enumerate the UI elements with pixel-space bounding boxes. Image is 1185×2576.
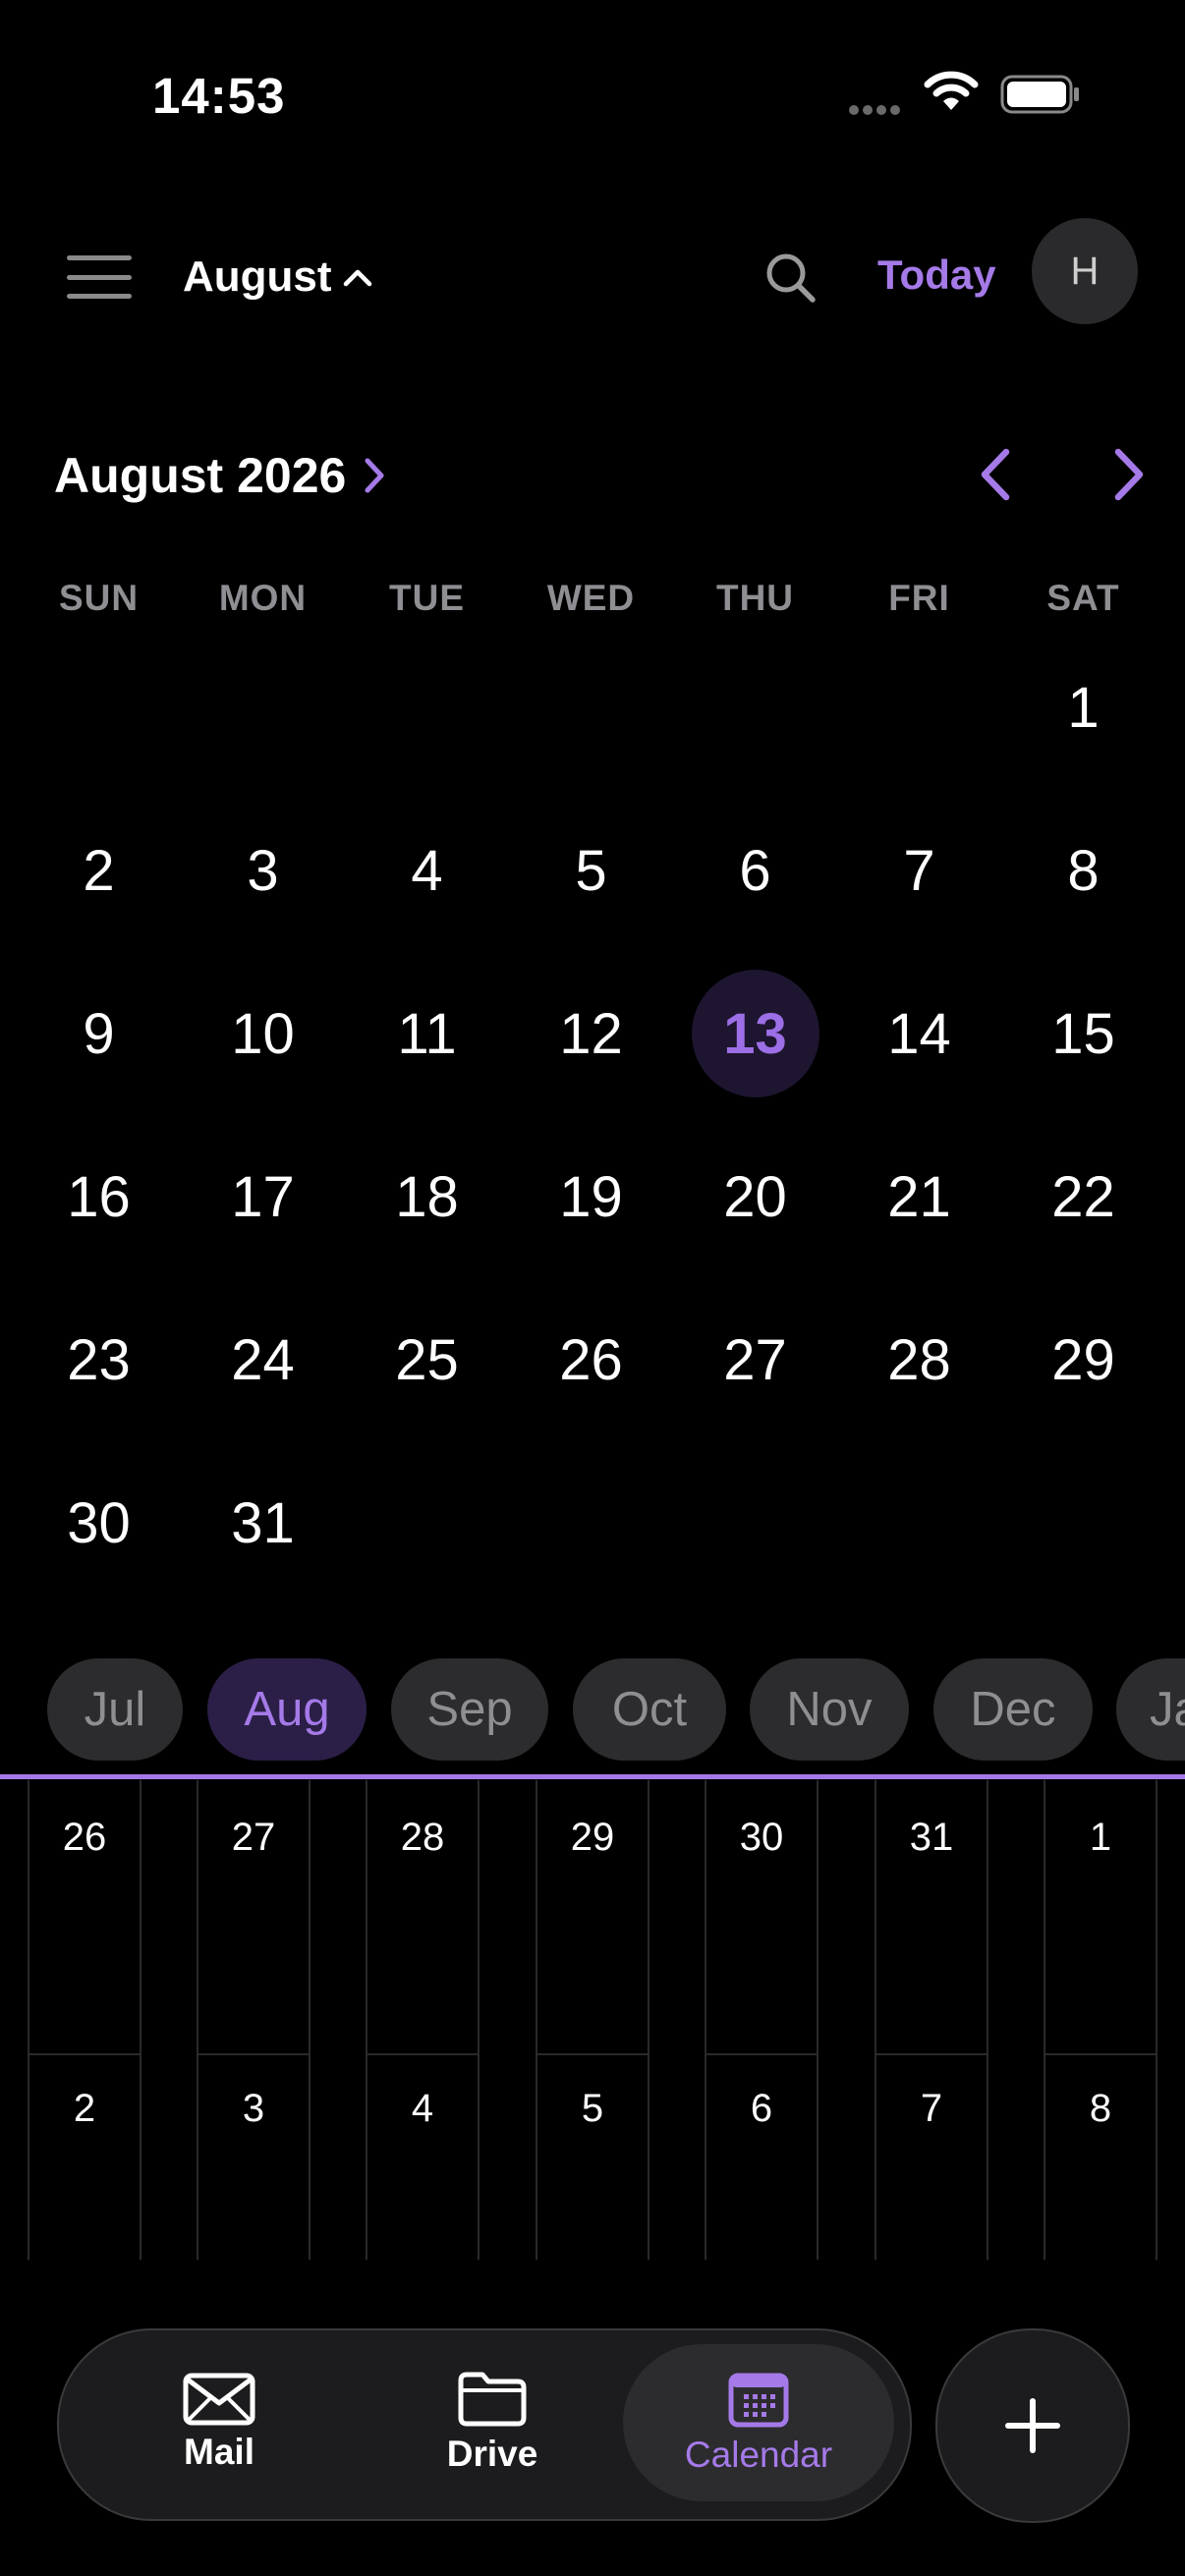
weekday-thu: THU xyxy=(715,578,795,618)
calendar-day[interactable]: 26 xyxy=(509,1291,673,1428)
tab-mail[interactable]: Mail xyxy=(116,2344,322,2501)
calendar-day[interactable]: 12 xyxy=(509,965,673,1102)
month-dropdown-label: August xyxy=(183,252,332,301)
calendar-day[interactable]: 19 xyxy=(509,1128,673,1265)
calendar-day[interactable]: 27 xyxy=(673,1291,837,1428)
calendar-day[interactable]: 29 xyxy=(1001,1291,1165,1428)
calendar-day[interactable]: 24 xyxy=(181,1291,345,1428)
weekday-wed: WED xyxy=(546,578,636,618)
mini-grid-day[interactable]: 7 xyxy=(876,2051,987,2323)
mini-grid-day[interactable]: 4 xyxy=(367,2051,478,2323)
calendar-day[interactable]: 23 xyxy=(17,1291,181,1428)
mini-grid-day[interactable]: 28 xyxy=(367,1780,478,2051)
calendar-day[interactable]: 14 xyxy=(837,965,1001,1102)
mail-icon xyxy=(183,2373,255,2426)
month-chip[interactable]: Sep xyxy=(391,1658,548,1761)
calendar-day[interactable]: 16 xyxy=(17,1128,181,1265)
calendar-day[interactable]: 4 xyxy=(345,802,509,939)
add-event-button[interactable] xyxy=(935,2328,1130,2523)
month-chip[interactable]: Dec xyxy=(933,1658,1093,1761)
month-dropdown[interactable]: August xyxy=(183,250,373,305)
month-title[interactable]: August 2026 xyxy=(54,444,387,507)
mini-grid-day[interactable]: 3 xyxy=(198,2051,309,2323)
calendar-day[interactable]: 25 xyxy=(345,1291,509,1428)
calendar-day[interactable]: 10 xyxy=(181,965,345,1102)
calendar-day[interactable]: 15 xyxy=(1001,965,1165,1102)
calendar-day[interactable]: 3 xyxy=(181,802,345,939)
chevron-right-icon xyxy=(365,458,384,493)
mini-grid-day[interactable]: 2 xyxy=(29,2051,140,2323)
bottom-tab-bar: Mail Drive Calendar xyxy=(57,2328,912,2521)
calendar-day[interactable]: 5 xyxy=(509,802,673,939)
calendar-day[interactable]: 2 xyxy=(17,802,181,939)
search-icon[interactable] xyxy=(762,250,818,305)
weekday-tue: TUE xyxy=(389,578,465,618)
calendar-day[interactable]: 30 xyxy=(17,1454,181,1592)
calendar-day[interactable]: 1 xyxy=(1001,639,1165,776)
mini-grid-day[interactable]: 1 xyxy=(1045,1780,1156,2051)
mini-grid-day[interactable]: 26 xyxy=(29,1780,140,2051)
folder-icon xyxy=(458,2372,527,2427)
plus-icon xyxy=(1005,2398,1060,2453)
mini-grid-day[interactable]: 29 xyxy=(537,1780,648,2051)
battery-icon xyxy=(1000,75,1079,114)
tab-label: Calendar xyxy=(684,2435,833,2475)
wifi-icon xyxy=(924,71,979,110)
weekday-mon: MON xyxy=(218,578,308,618)
month-chip-scroller[interactable]: Jul Aug Sep Oct Nov Dec Jan xyxy=(0,1658,1185,1761)
weekday-fri: FRI xyxy=(888,578,950,618)
month-title-label: August 2026 xyxy=(54,448,347,503)
calendar-day[interactable]: 6 xyxy=(673,802,837,939)
calendar-day[interactable]: 18 xyxy=(345,1128,509,1265)
selected-day-label: 13 xyxy=(691,970,819,1097)
mini-grid-day[interactable]: 6 xyxy=(706,2051,817,2323)
calendar-day[interactable]: 8 xyxy=(1001,802,1165,939)
hamburger-menu-icon[interactable] xyxy=(67,255,132,299)
calendar-day-selected[interactable]: 13 xyxy=(673,965,837,1102)
month-chip[interactable]: Nov xyxy=(750,1658,909,1761)
calendar-day[interactable]: 31 xyxy=(181,1454,345,1592)
mini-grid-day[interactable]: 31 xyxy=(876,1780,987,2051)
tab-calendar[interactable]: Calendar xyxy=(623,2344,894,2501)
mini-grid-day[interactable]: 30 xyxy=(706,1780,817,2051)
tab-label: Drive xyxy=(446,2434,538,2474)
today-button[interactable]: Today xyxy=(877,252,996,299)
mini-grid-day[interactable]: 27 xyxy=(198,1780,309,2051)
calendar-day[interactable]: 20 xyxy=(673,1128,837,1265)
tab-label: Mail xyxy=(184,2432,254,2472)
calendar-icon xyxy=(728,2373,789,2428)
mini-grid-day[interactable]: 5 xyxy=(537,2051,648,2323)
month-chip[interactable]: Oct xyxy=(573,1658,726,1761)
tab-drive[interactable]: Drive xyxy=(389,2344,595,2501)
mini-grid-day[interactable]: 8 xyxy=(1045,2051,1156,2323)
calendar-day[interactable]: 7 xyxy=(837,802,1001,939)
chevron-up-icon xyxy=(343,269,371,287)
month-chip[interactable]: Jan xyxy=(1116,1658,1185,1761)
calendar-day[interactable]: 9 xyxy=(17,965,181,1102)
cellular-signal-icon xyxy=(849,102,908,116)
status-time: 14:53 xyxy=(152,68,286,124)
month-chip-active[interactable]: Aug xyxy=(207,1658,367,1761)
calendar-day[interactable]: 28 xyxy=(837,1291,1001,1428)
weekday-sat: SAT xyxy=(1046,578,1120,618)
next-month-button[interactable] xyxy=(1093,440,1161,509)
calendar-day[interactable]: 17 xyxy=(181,1128,345,1265)
previous-month-button[interactable] xyxy=(963,440,1032,509)
calendar-day[interactable]: 21 xyxy=(837,1128,1001,1265)
month-divider xyxy=(0,1774,1185,1779)
avatar[interactable]: H xyxy=(1032,218,1138,324)
month-chip[interactable]: Jul xyxy=(47,1658,183,1761)
calendar-day[interactable]: 11 xyxy=(345,965,509,1102)
weekday-sun: SUN xyxy=(58,578,140,618)
calendar-day[interactable]: 22 xyxy=(1001,1128,1165,1265)
